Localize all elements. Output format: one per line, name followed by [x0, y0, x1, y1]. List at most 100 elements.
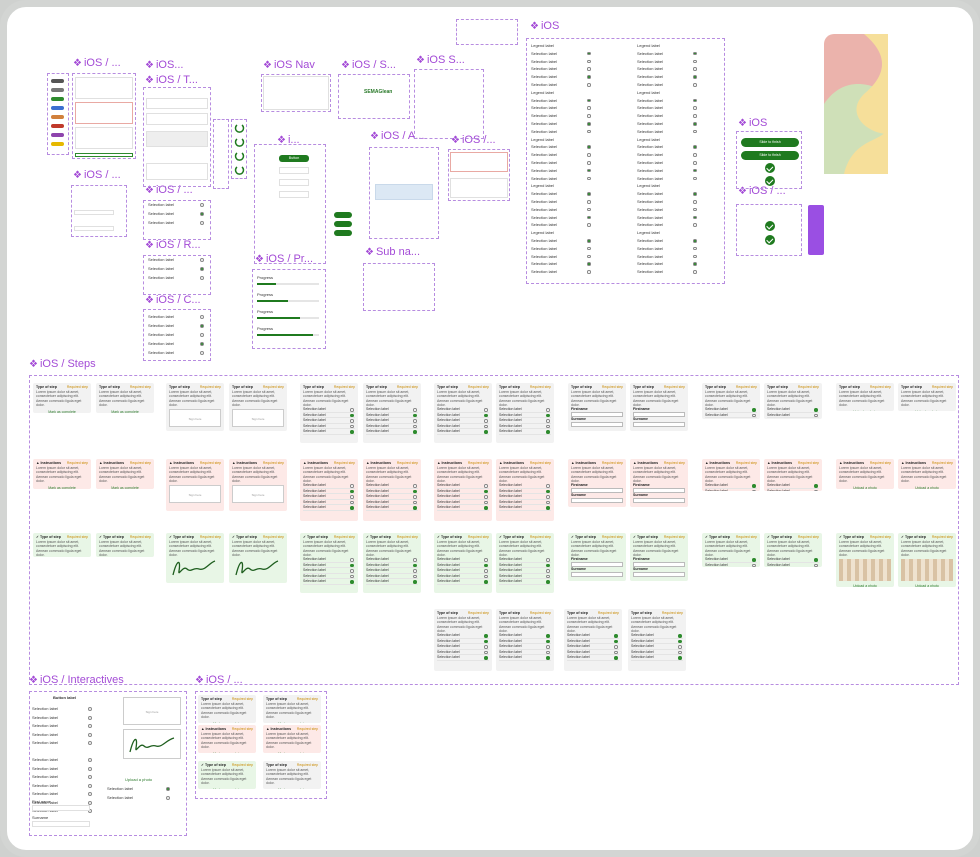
radio-dot[interactable] — [678, 645, 682, 649]
step-card[interactable]: ✓ Type of step Required step Lorem ipsum d… — [496, 533, 554, 593]
selection-row[interactable]: Selection label — [637, 246, 729, 252]
upload-photo-link[interactable]: Upload a photo — [839, 486, 891, 489]
selection-row[interactable]: Selection label — [637, 222, 729, 228]
radio-dot[interactable] — [166, 787, 170, 791]
upload-photo-link[interactable]: Upload a photo — [839, 410, 891, 411]
surname-input[interactable] — [32, 821, 90, 827]
radio-dot[interactable] — [350, 506, 354, 510]
selection-row[interactable]: Selection label — [637, 82, 729, 88]
selection-row[interactable]: Selection label — [531, 98, 623, 104]
frame-label-ios-t[interactable]: ❖ iOS / T... — [145, 74, 198, 86]
mark-complete-link[interactable]: Mark as complete — [201, 752, 253, 753]
selection-row[interactable]: Selection label — [303, 579, 355, 585]
selection-row[interactable]: Selection label — [148, 332, 188, 338]
radio-dot[interactable] — [546, 656, 550, 660]
radio-dot[interactable] — [546, 645, 550, 649]
selection-row[interactable]: Selection label — [637, 168, 729, 174]
selection-row[interactable]: Selection label — [499, 429, 551, 435]
radio-dot[interactable] — [350, 558, 354, 562]
selection-row[interactable]: Selection label — [637, 144, 729, 150]
text-field[interactable] — [146, 113, 208, 125]
signature-box[interactable]: Sign here — [232, 485, 284, 504]
radio-dot[interactable] — [413, 413, 417, 418]
radio-dot[interactable] — [587, 176, 591, 181]
radio-dot[interactable] — [546, 558, 550, 562]
radio-dot[interactable] — [587, 168, 591, 173]
radio-dot[interactable] — [200, 315, 204, 319]
radio-dot[interactable] — [814, 489, 818, 491]
radio-dot[interactable] — [587, 51, 591, 56]
radio-dot[interactable] — [614, 645, 618, 649]
radio-dot[interactable] — [200, 333, 204, 337]
radio-dot[interactable] — [587, 75, 591, 79]
selection-row[interactable]: Selection label — [437, 429, 489, 435]
selection-row[interactable]: Selection label — [531, 82, 623, 88]
list-card-error[interactable] — [75, 102, 133, 124]
radio-dot[interactable] — [693, 129, 697, 134]
step-card[interactable]: ✓ Type of step Required step Lorem ipsum d… — [764, 533, 822, 567]
selection-row[interactable]: Selection label — [637, 215, 729, 221]
radio-dot[interactable] — [350, 495, 354, 499]
step-card[interactable]: ✓ Type of step Required step Lorem ipsum d… — [568, 533, 626, 581]
selection-row[interactable]: Selection label — [531, 207, 623, 213]
radio-dot[interactable] — [587, 83, 591, 87]
pill-button[interactable] — [334, 230, 352, 236]
radio-dot[interactable] — [484, 424, 488, 429]
selection-row[interactable]: Selection label — [637, 105, 729, 111]
step-card[interactable]: Type of step Required step Lorem ipsum dol… — [496, 383, 554, 443]
radio-dot[interactable] — [546, 563, 550, 568]
step-card[interactable]: ▲ Instructions Required step Lorem ipsum d… — [898, 459, 956, 489]
selection-row[interactable]: Selection label — [631, 655, 683, 661]
radio-dot[interactable] — [752, 489, 756, 491]
selection-row[interactable]: Selection label — [531, 238, 623, 244]
selection-row[interactable]: Selection label — [637, 160, 729, 166]
radio-dot[interactable] — [88, 724, 92, 728]
radio-dot[interactable] — [413, 430, 417, 434]
radio-dot[interactable] — [693, 67, 697, 71]
step-card[interactable]: ▲ Instructions Required step Lorem ipsum d… — [630, 459, 688, 507]
radio-dot[interactable] — [587, 239, 591, 243]
radio-dot[interactable] — [587, 200, 591, 204]
step-card[interactable]: Type of step Required step Lorem ipsum dol… — [166, 383, 224, 431]
frame-label-ios-s2[interactable]: ❖ iOS S... — [416, 54, 465, 66]
surname-input[interactable] — [633, 498, 685, 504]
selection-row[interactable]: Selection label — [499, 505, 551, 511]
signature-box-signed[interactable] — [123, 729, 181, 759]
step-card[interactable]: ✓ Type of step Required step Lorem ipsum d… — [702, 533, 760, 567]
selection-row[interactable]: Selection label — [32, 732, 72, 738]
selection-row[interactable]: Selection label — [705, 563, 757, 567]
selection-row[interactable]: Selection label — [531, 59, 623, 65]
selection-row[interactable]: Selection label — [637, 98, 729, 104]
step-card[interactable]: ▲ Instructions Required step Lorem ipsum d… — [198, 725, 256, 753]
selection-row[interactable]: Selection label — [148, 220, 188, 226]
secondary-button[interactable] — [279, 167, 309, 174]
signature-box[interactable]: Sign here — [169, 485, 221, 504]
radio-dot[interactable] — [546, 650, 550, 655]
signature-box[interactable]: Sign here — [232, 409, 284, 428]
selection-row[interactable]: Legend label — [637, 90, 729, 96]
radio-dot[interactable] — [546, 634, 550, 638]
selection-row[interactable]: Selection label — [32, 715, 72, 721]
radio-dot[interactable] — [484, 495, 488, 499]
selection-row[interactable]: Selection label — [531, 246, 623, 252]
radio-dot[interactable] — [350, 574, 354, 579]
radio-dot[interactable] — [88, 758, 92, 762]
selection-row[interactable]: Selection label — [637, 121, 729, 127]
selection-row[interactable]: Selection label — [499, 579, 551, 585]
radio-dot[interactable] — [413, 580, 417, 584]
step-card[interactable]: Type of step Required step Lorem ipsum dol… — [496, 609, 554, 671]
step-card[interactable]: ▲ Instructions Required step Lorem ipsum d… — [434, 459, 492, 521]
radio-dot[interactable] — [614, 656, 618, 660]
radio-dot[interactable] — [693, 153, 697, 157]
radio-dot[interactable] — [200, 221, 204, 225]
selection-row[interactable]: Selection label — [567, 655, 619, 661]
radio-dot[interactable] — [678, 656, 682, 660]
selection-row[interactable]: Selection label — [148, 202, 188, 208]
step-card[interactable]: Type of step Required step Lorem ipsum dol… — [263, 695, 321, 723]
tab-bar[interactable] — [263, 76, 329, 110]
selection-row[interactable]: Selection label — [148, 350, 188, 356]
mark-complete-link[interactable]: Mark as complete — [99, 486, 151, 489]
radio-dot[interactable] — [350, 430, 354, 434]
radio-dot[interactable] — [693, 98, 697, 103]
radio-dot[interactable] — [693, 262, 697, 266]
